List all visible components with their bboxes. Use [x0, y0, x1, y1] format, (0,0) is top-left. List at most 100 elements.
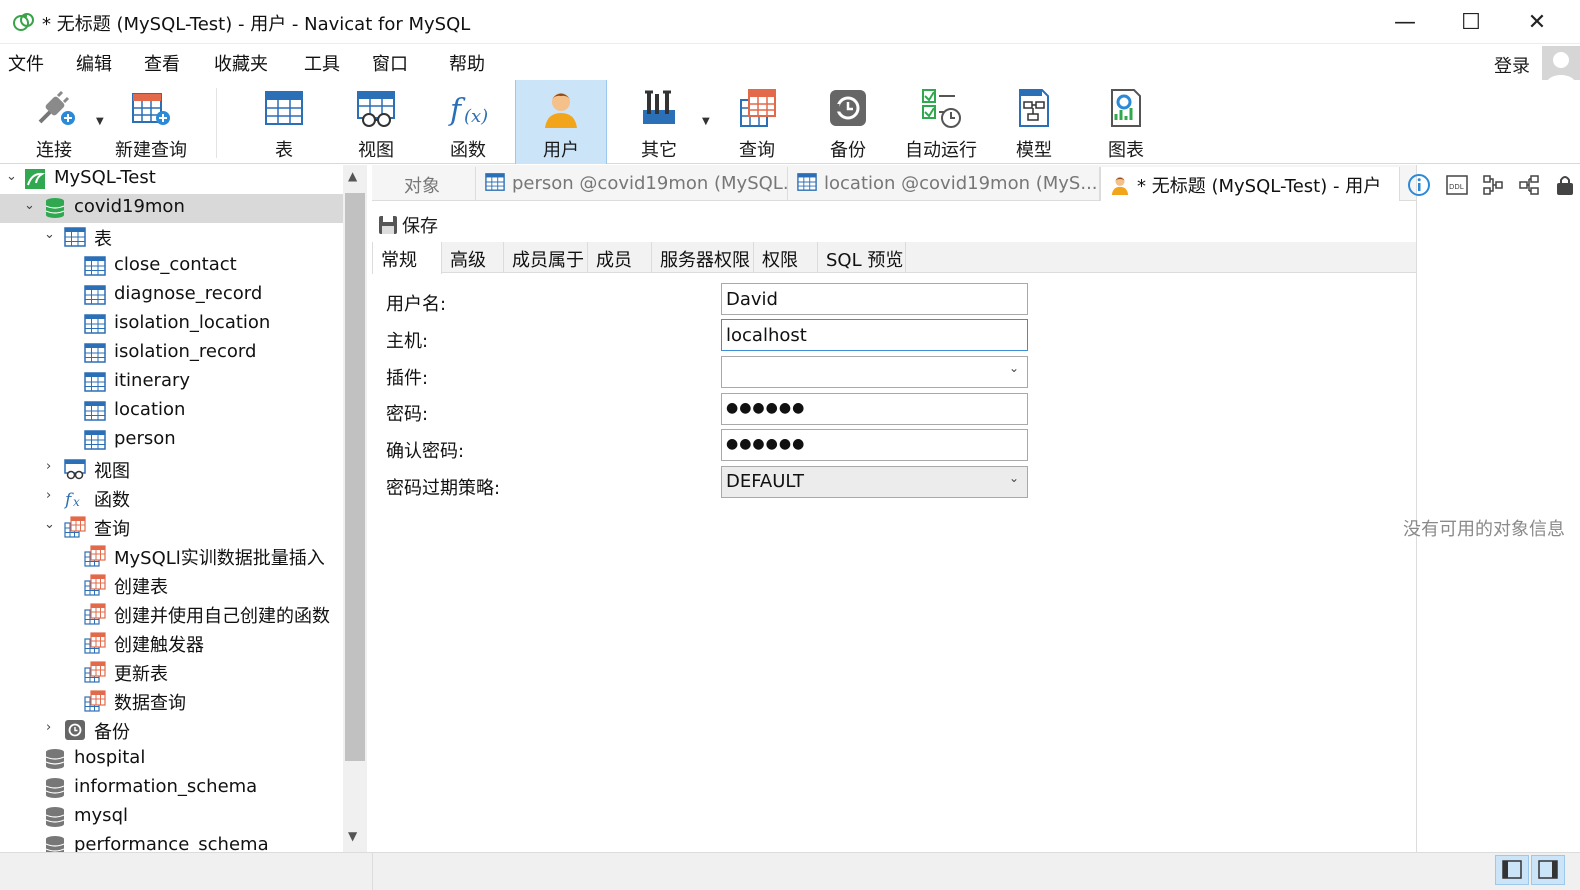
- maximize-button[interactable]: ☐: [1438, 0, 1504, 44]
- tab-new-user[interactable]: * 无标题 (MySQL-Test) - 用户: [1100, 167, 1400, 201]
- minimize-button[interactable]: —: [1372, 0, 1438, 44]
- password-input[interactable]: ●●●●●●: [721, 393, 1028, 425]
- lock-icon[interactable]: [1553, 173, 1577, 197]
- tab-person-table[interactable]: person @covid19mon (MySQL...: [476, 167, 788, 201]
- tree-query-label: 数据查询: [114, 693, 186, 714]
- scroll-up-icon[interactable]: ▲: [348, 169, 357, 183]
- tool-function[interactable]: f (x) 函数: [422, 80, 514, 164]
- tree-connection-mysql-test[interactable]: ⌄ MySQL-Test: [0, 165, 343, 194]
- scrollbar-thumb[interactable]: [345, 193, 365, 761]
- menu-window[interactable]: 窗口: [372, 50, 408, 76]
- connection-dropdown-icon[interactable]: ▼: [96, 116, 104, 127]
- chevron-down-icon: ⌄: [1008, 361, 1019, 375]
- tool-query[interactable]: 查询: [712, 80, 802, 164]
- status-bar: [0, 852, 1580, 890]
- info-icon[interactable]: [1407, 173, 1431, 197]
- tree-table-label: person: [114, 428, 176, 449]
- connection-plug-icon: [38, 90, 75, 125]
- chevron-down-icon[interactable]: ⌄: [6, 169, 17, 184]
- tree-query-item[interactable]: 数据查询: [0, 687, 343, 716]
- tool-backup[interactable]: 备份: [802, 80, 894, 164]
- tree-database-item[interactable]: hospital: [0, 745, 343, 774]
- password-expiry-label: 密码过期策略:: [386, 478, 501, 499]
- tree-table-item[interactable]: isolation_record: [0, 339, 343, 368]
- confirm-password-input[interactable]: ●●●●●●: [721, 429, 1028, 461]
- main-toolbar: 连接 ▼ 新建查询 表 视图 f (x) 函数 用户 其它 ▼ 查询 备份 自动…: [0, 80, 1580, 164]
- tree-table-label: isolation_record: [114, 341, 257, 362]
- menu-help[interactable]: 帮助: [449, 50, 485, 76]
- close-button[interactable]: ✕: [1504, 0, 1570, 44]
- tree-table-item[interactable]: person: [0, 426, 343, 455]
- host-input[interactable]: [721, 319, 1028, 351]
- nav-scrollbar[interactable]: ▲ ▼: [343, 165, 367, 852]
- tab-objects[interactable]: 对象: [372, 167, 476, 201]
- tree-group-backup[interactable]: › 备份: [0, 716, 343, 745]
- layout-right-pane-button[interactable]: [1531, 855, 1565, 885]
- tab-server-privileges[interactable]: 服务器权限: [652, 242, 754, 273]
- tool-user[interactable]: 用户: [515, 80, 607, 164]
- dependency-icon[interactable]: [1481, 173, 1505, 197]
- menu-tools[interactable]: 工具: [304, 50, 340, 76]
- tool-model[interactable]: 模型: [988, 80, 1080, 164]
- chevron-down-icon[interactable]: ⌄: [44, 227, 55, 242]
- host-label: 主机:: [386, 331, 429, 352]
- tree-query-item[interactable]: 创建表: [0, 571, 343, 600]
- username-input[interactable]: [721, 283, 1028, 315]
- tree-query-item[interactable]: 创建并使用自己创建的函数: [0, 600, 343, 629]
- tree-database-item[interactable]: performance_schema: [0, 832, 343, 852]
- tree-table-item[interactable]: isolation_location: [0, 310, 343, 339]
- usage-icon[interactable]: [1517, 173, 1541, 197]
- tree-table-item[interactable]: itinerary: [0, 368, 343, 397]
- tool-chart[interactable]: 图表: [1080, 80, 1172, 164]
- tree-query-item[interactable]: 创建触发器: [0, 629, 343, 658]
- menu-view[interactable]: 查看: [144, 50, 180, 76]
- chevron-right-icon[interactable]: ›: [46, 488, 51, 503]
- tab-general[interactable]: 常规: [372, 242, 442, 274]
- tree-table-item[interactable]: diagnose_record: [0, 281, 343, 310]
- tool-view[interactable]: 视图: [330, 80, 422, 164]
- others-dropdown-icon[interactable]: ▼: [702, 116, 710, 127]
- tree-group-functions[interactable]: › f x 函数: [0, 484, 343, 513]
- tree-database-item[interactable]: mysql: [0, 803, 343, 832]
- avatar[interactable]: [1542, 46, 1580, 84]
- tree-group-queries[interactable]: ⌄ 查询: [0, 513, 343, 542]
- chevron-down-icon[interactable]: ⌄: [44, 517, 55, 532]
- tab-sql-preview[interactable]: SQL 预览: [818, 242, 906, 273]
- save-button[interactable]: 保存: [378, 212, 438, 238]
- tab-members[interactable]: 成员: [588, 242, 652, 273]
- tab-location-table[interactable]: location @covid19mon (MyS...: [788, 167, 1100, 201]
- tree-query-item[interactable]: MySQLl实训数据批量插入: [0, 542, 343, 571]
- ddl-icon[interactable]: DDL: [1445, 173, 1469, 197]
- right-panel-icon: [1538, 860, 1558, 879]
- tool-connection[interactable]: 连接: [14, 80, 94, 164]
- scroll-down-icon[interactable]: ▼: [348, 829, 357, 843]
- tool-others[interactable]: 其它: [614, 80, 704, 164]
- tab-privileges[interactable]: 权限: [754, 242, 818, 273]
- backup-icon: [65, 720, 85, 740]
- tab-advanced[interactable]: 高级: [442, 242, 504, 273]
- password-expiry-select[interactable]: DEFAULT ⌄: [721, 466, 1028, 498]
- tree-query-item[interactable]: 更新表: [0, 658, 343, 687]
- menu-file[interactable]: 文件: [8, 50, 44, 76]
- password-mask: ●●●●●●: [726, 400, 806, 416]
- tool-new-query[interactable]: 新建查询: [108, 80, 194, 164]
- menu-favorites[interactable]: 收藏夹: [214, 50, 268, 76]
- tree-table-item[interactable]: location: [0, 397, 343, 426]
- chevron-right-icon[interactable]: ›: [46, 459, 51, 474]
- tree-database-covid19mon[interactable]: ⌄ covid19mon: [0, 194, 343, 223]
- chevron-right-icon[interactable]: ›: [46, 720, 51, 735]
- layout-left-pane-button[interactable]: [1495, 855, 1529, 885]
- tool-automation[interactable]: 自动运行: [894, 80, 988, 164]
- tool-table[interactable]: 表: [238, 80, 330, 164]
- menu-edit[interactable]: 编辑: [76, 50, 112, 76]
- tab-member-of[interactable]: 成员属于: [504, 242, 588, 273]
- tree-database-item[interactable]: information_schema: [0, 774, 343, 803]
- model-icon: [1019, 89, 1049, 127]
- tree-table-item[interactable]: close_contact: [0, 252, 343, 281]
- login-link[interactable]: 登录: [1494, 52, 1530, 78]
- plugin-select[interactable]: ⌄: [721, 356, 1028, 388]
- tree-group-views[interactable]: › 视图: [0, 455, 343, 484]
- tool-table-label: 表: [275, 140, 293, 161]
- tree-group-tables[interactable]: ⌄ 表: [0, 223, 343, 252]
- chevron-down-icon[interactable]: ⌄: [24, 198, 35, 213]
